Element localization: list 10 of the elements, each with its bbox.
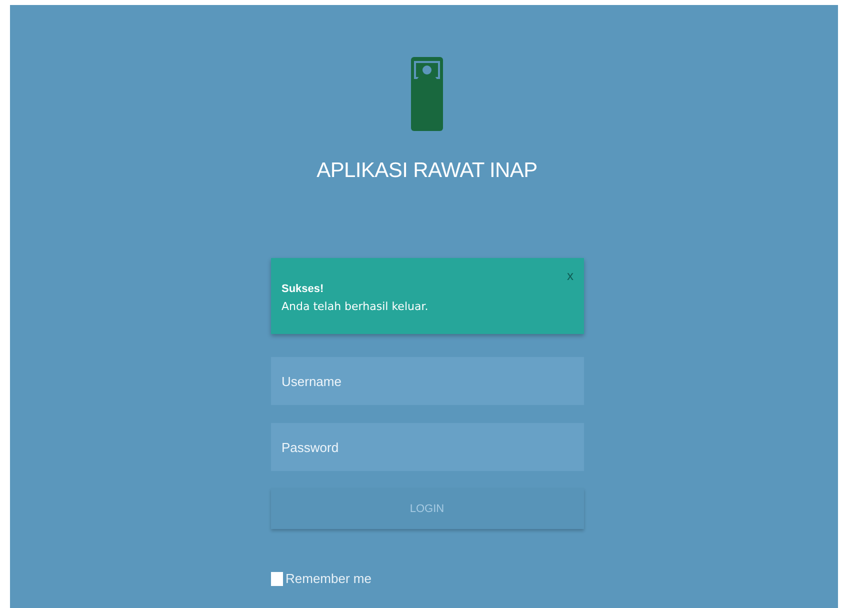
alert-title: Sukses!: [282, 283, 325, 295]
app-title: APLIKASI RAWAT INAP: [316, 159, 538, 183]
bed-icon: [411, 57, 443, 131]
close-button[interactable]: x: [567, 268, 574, 283]
alert-message: Anda telah berhasil keluar.: [282, 300, 428, 313]
input-field[interactable]: Username: [270, 357, 584, 405]
checkbox[interactable]: [270, 572, 282, 586]
input-field[interactable]: Password: [270, 423, 584, 471]
remember-label: Remember me: [286, 571, 372, 586]
login-button[interactable]: LOGIN: [270, 488, 584, 529]
